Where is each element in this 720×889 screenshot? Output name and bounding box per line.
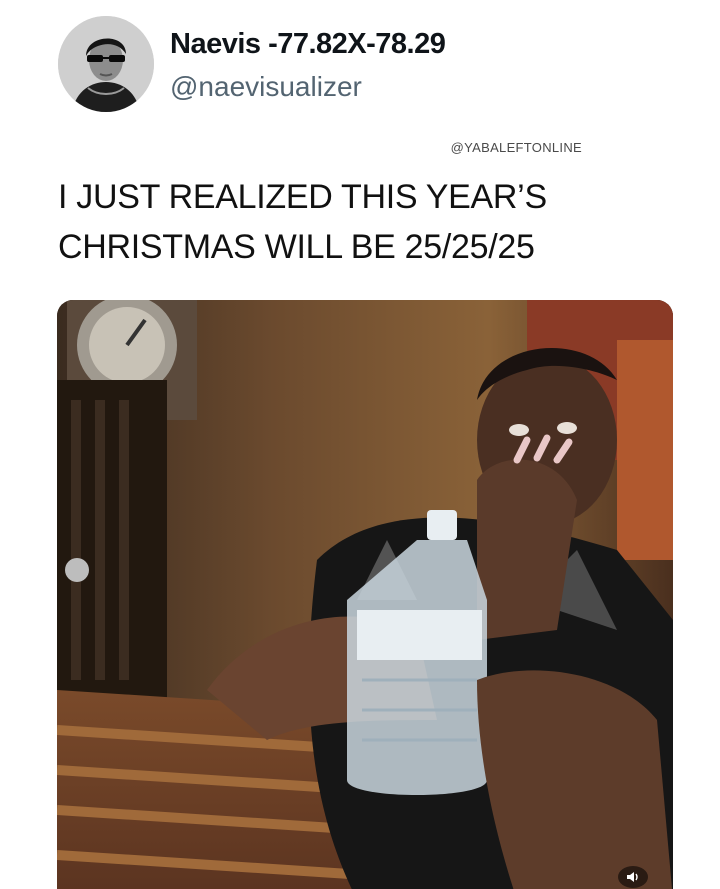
- avatar[interactable]: [58, 16, 154, 112]
- volume-glyph-icon: [627, 872, 638, 882]
- media-video[interactable]: [57, 300, 673, 889]
- video-frame-image: [57, 300, 673, 889]
- user-handle[interactable]: @naevisualizer: [170, 71, 362, 103]
- watermark: @YABALEFTONLINE: [450, 140, 582, 155]
- tweet-text: I JUST REALIZED THIS YEAR’S CHRISTMAS WI…: [58, 178, 547, 266]
- tweet-card: Naevis -77.82X-78.29 @naevisualizer @YAB…: [0, 0, 720, 889]
- display-name[interactable]: Naevis -77.82X-78.29: [170, 28, 446, 61]
- profile-avatar-icon: [58, 16, 154, 112]
- speaker-icon[interactable]: [618, 866, 648, 888]
